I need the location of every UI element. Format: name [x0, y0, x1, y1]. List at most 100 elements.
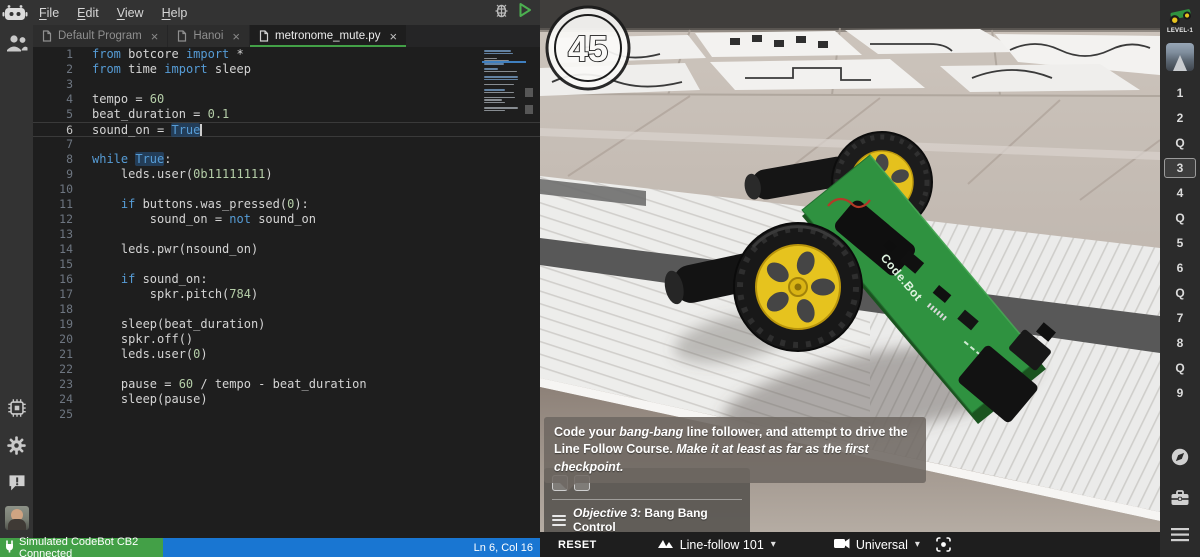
mission-item-7[interactable]: 7	[1164, 308, 1196, 328]
code-line: 15	[33, 257, 540, 272]
debug-icon[interactable]	[494, 2, 509, 23]
mission-item-3[interactable]: 3	[1164, 158, 1196, 178]
code-line: 24 sleep(pause)	[33, 392, 540, 407]
code-line: 10	[33, 182, 540, 197]
menu-help[interactable]: Help	[153, 6, 197, 20]
line-number: 23	[59, 377, 73, 391]
tab-label: Hanoi	[193, 30, 224, 42]
videocam-icon	[833, 538, 850, 552]
mission-sidebar: LEVEL-1 1 2 Q 3 4 Q 5 6 Q 7 8 Q 9	[1160, 0, 1200, 557]
avatar[interactable]	[4, 506, 29, 530]
code-line: 11 if buttons.was_pressed(0):	[33, 197, 540, 212]
line-number: 1	[66, 47, 73, 61]
mission-item-8[interactable]: 8	[1164, 333, 1196, 353]
line-number: 20	[59, 332, 73, 346]
mission-image-thumbnail[interactable]	[1166, 43, 1194, 71]
run-icon[interactable]	[518, 2, 532, 23]
scrollbar-indicator[interactable]	[525, 105, 533, 114]
code-line: 18	[33, 302, 540, 317]
menu-bar: File Edit View Help	[0, 0, 540, 25]
focus-view-icon[interactable]	[936, 537, 951, 552]
front-wheel	[733, 222, 863, 352]
code-line: 2 from time import sleep	[33, 62, 540, 77]
line-number: 2	[66, 62, 73, 76]
codespace-app: File Edit View Help Default Program × Ha…	[0, 0, 1200, 557]
scene-selector[interactable]: Line-follow 101 ▾	[657, 537, 776, 552]
gear-icon[interactable]	[6, 435, 27, 456]
tab-label: metronome_mute.py	[274, 30, 381, 42]
objective-menu-icon[interactable]	[552, 512, 567, 528]
code-line: 17 spkr.pitch(784)	[33, 287, 540, 302]
mission-item-q[interactable]: Q	[1164, 283, 1196, 303]
mission-item-6[interactable]: 6	[1164, 258, 1196, 278]
mission-item-1[interactable]: 1	[1164, 83, 1196, 103]
minimap[interactable]	[484, 50, 520, 115]
close-icon[interactable]: ×	[232, 30, 240, 43]
level-thumbnail[interactable]: LEVEL-1	[1164, 3, 1196, 34]
line-number: 10	[59, 182, 73, 196]
caret-down-icon: ▾	[914, 539, 920, 550]
simulation-view[interactable]: Code.Bot 45 Code your bang-bang line fol…	[540, 0, 1160, 557]
tab-metronome-mute-py[interactable]: metronome_mute.py ×	[249, 25, 407, 47]
plug-icon	[4, 540, 15, 556]
mission-list: 1 2 Q 3 4 Q 5 6 Q 7 8 Q 9	[1164, 83, 1196, 408]
mission-item-9[interactable]: 9	[1164, 383, 1196, 403]
mission-item-2[interactable]: 2	[1164, 108, 1196, 128]
code-line: 3	[33, 77, 540, 92]
tab-hanoi[interactable]: Hanoi ×	[168, 25, 249, 47]
close-icon[interactable]: ×	[151, 30, 159, 43]
mission-item-q[interactable]: Q	[1164, 133, 1196, 153]
mission-item-q[interactable]: Q	[1164, 358, 1196, 378]
code-area: 1 from botcore import * 2 from time import …	[33, 47, 540, 422]
code-line: 13	[33, 227, 540, 242]
cursor-position: Ln 6, Col 16	[163, 538, 540, 557]
code-editor[interactable]: 1 from botcore import * 2 from time import …	[33, 47, 540, 538]
toolbox-icon[interactable]	[1170, 488, 1190, 512]
text-cursor	[200, 124, 202, 136]
reset-button[interactable]: RESET	[558, 539, 597, 551]
mission-item-4[interactable]: 4	[1164, 183, 1196, 203]
code-line: 16 if sound_on:	[33, 272, 540, 287]
people-icon[interactable]	[5, 33, 29, 53]
objective-label: Objective 3: Bang Bang Control	[573, 506, 708, 534]
feedback-icon[interactable]	[7, 472, 27, 492]
code-line: 4 tempo = 60	[33, 92, 540, 107]
mission-item-q[interactable]: Q	[1164, 208, 1196, 228]
code-line: 9 leds.user(0b11111111)	[33, 167, 540, 182]
code-line: 14 leds.pwr(nsound_on)	[33, 242, 540, 257]
line-number: 12	[59, 212, 73, 226]
menu-view[interactable]: View	[108, 6, 153, 20]
camera-selector[interactable]: Universal ▾	[833, 538, 920, 552]
tab-bar: Default Program × Hanoi × metronome_mute.py ×	[33, 25, 540, 47]
code-line: 1 from botcore import *	[33, 47, 540, 62]
compass-icon[interactable]	[1170, 447, 1190, 472]
line-number: 19	[59, 317, 73, 331]
menu-edit[interactable]: Edit	[68, 6, 108, 20]
connection-status: Simulated CodeBot CB2 Connected	[0, 536, 163, 557]
tab-label: Default Program	[58, 30, 142, 42]
sidebar-menu-icon[interactable]	[1171, 528, 1189, 547]
code-line: 12 sound_on = not sound_on	[33, 212, 540, 227]
scrollbar-indicator[interactable]	[525, 88, 533, 97]
line-number: 21	[59, 347, 73, 361]
code-line: 22	[33, 362, 540, 377]
line-number: 24	[59, 392, 73, 406]
terrain-icon	[657, 537, 674, 552]
menu-file[interactable]: File	[30, 6, 68, 20]
code-line: 7	[33, 137, 540, 152]
line-number: 8	[66, 152, 73, 166]
chip-icon[interactable]	[6, 397, 28, 419]
menu-list: File Edit View Help	[30, 6, 196, 20]
caret-down-icon: ▾	[770, 539, 776, 550]
line-number: 3	[66, 77, 73, 91]
status-bar: Simulated CodeBot CB2 Connected Ln 6, Co…	[0, 536, 540, 557]
close-icon[interactable]: ×	[389, 30, 397, 43]
line-number: 6	[66, 123, 73, 137]
mission-item-5[interactable]: 5	[1164, 233, 1196, 253]
code-line: 25	[33, 407, 540, 422]
code-line: 8 while True:	[33, 152, 540, 167]
line-number: 25	[59, 407, 73, 421]
tab-default-program[interactable]: Default Program ×	[33, 25, 168, 47]
line-number: 5	[66, 107, 73, 121]
file-icon	[259, 30, 269, 42]
